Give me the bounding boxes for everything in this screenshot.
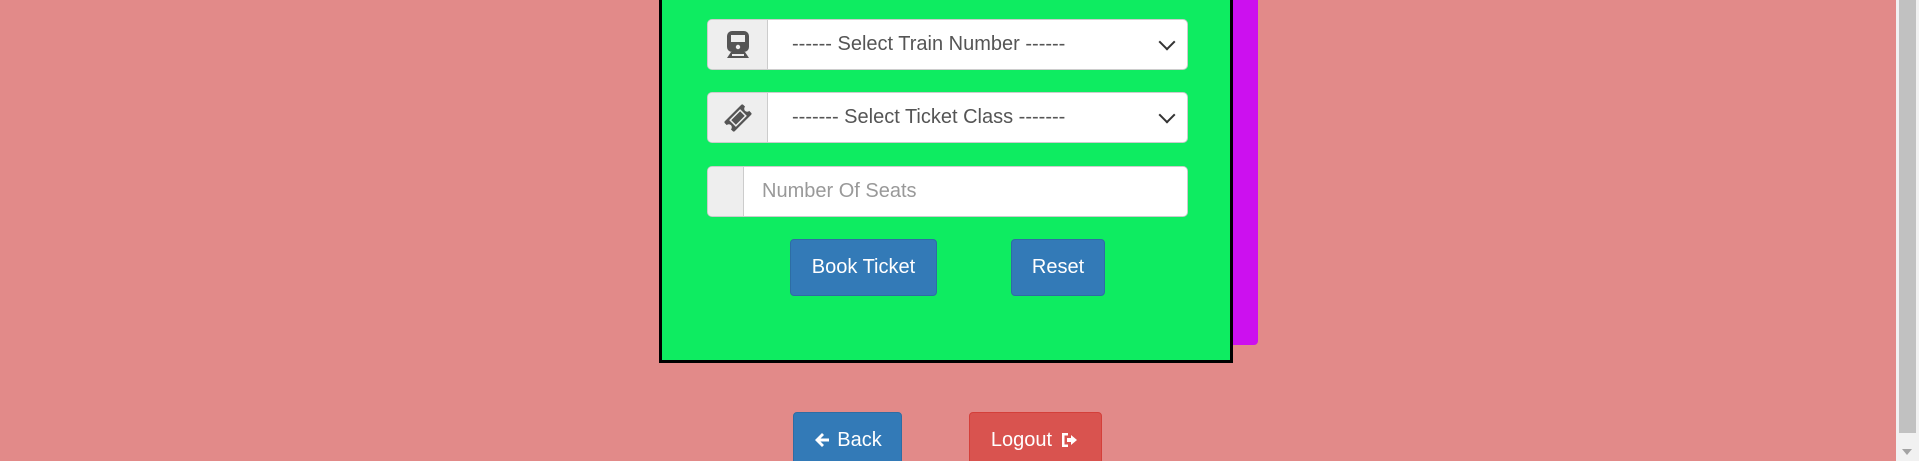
scroll-down-arrow-icon[interactable] — [1902, 449, 1912, 455]
sign-out-icon — [1062, 433, 1078, 447]
ticket-class-selected: ------- Select Ticket Class ------- — [792, 106, 1066, 128]
seats-addon — [708, 167, 744, 216]
train-number-select[interactable]: ------ Select Train Number ------ — [768, 20, 1187, 69]
reset-button[interactable]: Reset — [1011, 239, 1105, 296]
arrow-left-icon — [815, 433, 830, 447]
vertical-scrollbar[interactable] — [1896, 0, 1919, 461]
train-number-selected: ------ Select Train Number ------ — [792, 33, 1066, 55]
logout-button[interactable]: Logout — [969, 412, 1102, 461]
scrollbar-thumb[interactable] — [1899, 0, 1916, 433]
back-label: Back — [837, 428, 882, 451]
ticket-class-select[interactable]: ------- Select Ticket Class ------- — [768, 93, 1187, 142]
reset-label: Reset — [1031, 256, 1085, 278]
ticket-icon — [708, 93, 768, 142]
chevron-down-icon — [1158, 106, 1176, 123]
chevron-down-icon — [1158, 33, 1176, 50]
ticket-class-group: ------- Select Ticket Class ------- — [707, 92, 1188, 143]
book-ticket-label: Book Ticket — [811, 256, 916, 278]
train-icon — [708, 20, 768, 69]
book-ticket-button[interactable]: Book Ticket — [790, 239, 937, 296]
seats-group — [707, 166, 1188, 217]
logout-label: Logout — [990, 428, 1053, 451]
train-number-group: ------ Select Train Number ------ — [707, 19, 1188, 70]
number-of-seats-input[interactable] — [744, 167, 1187, 216]
page: ------ Select Train Number ------ ------… — [0, 0, 1919, 461]
back-button[interactable]: Back — [793, 412, 902, 461]
